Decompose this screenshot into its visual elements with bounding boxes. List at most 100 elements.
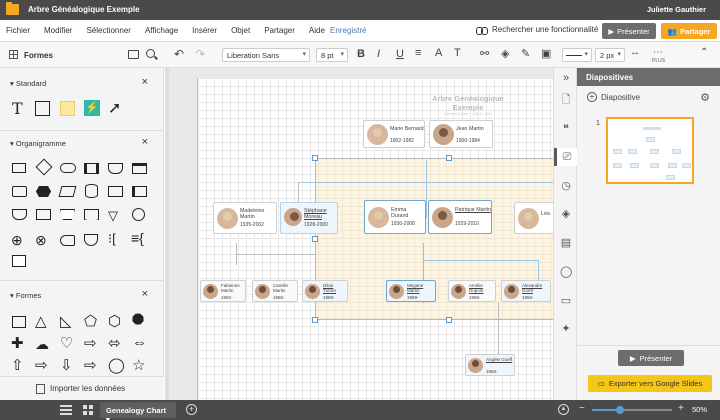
link-icon[interactable]: ⚯: [480, 47, 489, 60]
menu-fichier[interactable]: Fichier: [6, 26, 30, 35]
org-trapezoid-icon[interactable]: [60, 209, 75, 220]
person-card-angele[interactable]: Angèle Goeff 1988-: [465, 354, 515, 376]
slide-thumbnail[interactable]: [606, 117, 694, 184]
circle-shape-icon[interactable]: ◯: [108, 356, 125, 374]
grid-view-icon[interactable]: [83, 405, 93, 415]
person-card-megane[interactable]: Megane Martin 1959-: [386, 280, 436, 302]
person-card-emma[interactable]: Emma Durand 1930-2008: [364, 200, 426, 234]
chevron-shape-icon[interactable]: ⇨: [35, 356, 48, 374]
font-family-select[interactable]: Liberation Sans ▾: [222, 48, 310, 62]
person-card-madeleine[interactable]: Madeleine Martin 1935-2002: [213, 202, 277, 234]
connector-line[interactable]: [423, 260, 538, 261]
zoom-slider[interactable]: [592, 406, 672, 414]
import-data-button[interactable]: Importer les données: [0, 376, 164, 400]
connector-line[interactable]: [538, 260, 539, 282]
cross-icon[interactable]: ✚: [11, 334, 24, 352]
org-offpage-icon[interactable]: [84, 234, 98, 246]
page-icon[interactable]: 🗋: [560, 94, 572, 106]
section-shapes[interactable]: ▾ Formes ×: [0, 288, 164, 304]
hexagon-icon[interactable]: ⬡: [108, 312, 121, 330]
magic-icon[interactable]: ✦: [560, 323, 572, 335]
italic-icon[interactable]: I: [377, 48, 380, 60]
connector-line[interactable]: [298, 182, 553, 183]
menu-modifier[interactable]: Modifier: [44, 26, 72, 35]
gear-icon[interactable]: ⚙: [700, 91, 710, 104]
org-brace-icon[interactable]: ≡{: [131, 230, 144, 246]
person-card-amelie[interactable]: Amélie Dupont 1959-: [448, 280, 496, 302]
org-side-box-icon[interactable]: [132, 186, 147, 197]
zoom-in-icon[interactable]: +: [678, 403, 684, 414]
arrow-down-icon[interactable]: ⇩: [60, 356, 73, 374]
org-hexagon-icon[interactable]: [36, 186, 51, 197]
fill-color-icon[interactable]: ◈: [501, 47, 509, 60]
resize-handle[interactable]: [446, 155, 452, 161]
person-card-stephane[interactable]: Stéphane Moreau 1928-2000: [280, 202, 338, 234]
canvas[interactable]: Arbre Généalogique Exemple Juliette Gaut…: [165, 68, 553, 400]
style-icon[interactable]: ▣: [541, 47, 551, 60]
person-card-alexandre[interactable]: Alexandre Goeff 1959-: [501, 280, 551, 302]
org-parallelogram-icon[interactable]: [58, 186, 77, 197]
org-folder-icon[interactable]: [36, 209, 51, 220]
notched-arrow-icon[interactable]: ⇨: [84, 356, 97, 374]
org-blank-icon[interactable]: [12, 255, 26, 267]
user-name[interactable]: Juliette Gauthier: [647, 5, 706, 14]
feature-search[interactable]: Rechercher une fonctionnalité: [476, 25, 598, 35]
arrow-shape-icon[interactable]: ➚: [108, 98, 121, 118]
star-icon[interactable]: ☆: [132, 356, 145, 374]
canvas-page[interactable]: Arbre Généalogique Exemple Juliette Gaut…: [197, 78, 553, 400]
person-card-fabienne[interactable]: Fabienne Martin 1952-: [200, 280, 246, 302]
pentagon-icon[interactable]: ⬠: [84, 312, 97, 330]
align-left-icon[interactable]: ≡: [415, 47, 421, 59]
triangle-icon[interactable]: △: [35, 312, 47, 330]
org-document-icon[interactable]: [108, 163, 123, 174]
undo-icon[interactable]: ↶: [174, 47, 184, 61]
history-icon[interactable]: ◷: [560, 180, 572, 192]
arrow-up-icon[interactable]: ⇧: [11, 356, 24, 374]
resize-handle[interactable]: [312, 317, 318, 323]
octagon-icon[interactable]: ⯃: [132, 312, 144, 329]
section-orgchart[interactable]: ▾ Organigramme ×: [0, 136, 164, 152]
org-cancel-icon[interactable]: ⊗: [35, 232, 47, 249]
line-style-select[interactable]: ▾: [562, 48, 592, 62]
connector-line[interactable]: [236, 254, 316, 255]
quote-icon[interactable]: ❝: [560, 123, 572, 135]
more-icon[interactable]: ⋯: [653, 47, 663, 58]
menu-aide[interactable]: Aide: [309, 26, 325, 35]
org-triangle-down-icon[interactable]: ▽: [108, 208, 118, 224]
right-triangle-icon[interactable]: ◺: [60, 312, 72, 330]
resize-handle[interactable]: [446, 317, 452, 323]
text-color-icon[interactable]: A: [435, 47, 442, 59]
org-circle-icon[interactable]: [132, 208, 145, 221]
org-diamond-icon[interactable]: [35, 158, 53, 176]
person-card-dilan[interactable]: Dilan Turner 1959-: [302, 280, 348, 302]
layers-icon[interactable]: ◈: [560, 208, 572, 220]
chevron-down-icon[interactable]: ▾: [106, 415, 110, 420]
zoom-out-icon[interactable]: −: [579, 403, 585, 414]
redo-icon[interactable]: ↷: [195, 47, 205, 61]
org-card-icon[interactable]: [132, 163, 147, 174]
share-button[interactable]: 👥 Partager: [661, 23, 717, 39]
search-icon[interactable]: [146, 49, 155, 58]
line-color-icon[interactable]: ✎: [521, 47, 530, 60]
present-button[interactable]: ▶ Présenter: [602, 23, 656, 39]
section-standard[interactable]: ▾ Standard ×: [0, 76, 164, 92]
document-title[interactable]: Arbre Généalogique Exemple: [28, 5, 140, 14]
person-card-camille[interactable]: Camille Martin 1955-: [252, 280, 298, 302]
org-rect-icon[interactable]: [12, 163, 26, 173]
cloud-icon[interactable]: ☁: [35, 336, 49, 353]
lightning-icon[interactable]: ⚡: [84, 100, 100, 116]
bold-icon[interactable]: B: [357, 48, 365, 60]
org-annotation-icon[interactable]: ⁝[: [108, 231, 116, 247]
close-icon[interactable]: ×: [142, 136, 148, 148]
rectangle-shape-icon[interactable]: [35, 101, 50, 116]
org-wave-icon[interactable]: [12, 209, 27, 220]
arrow-left-right-icon[interactable]: ⬄: [108, 334, 121, 352]
person-card-jean[interactable]: Jean Martin 1900-1984: [429, 120, 493, 148]
chart-subtitle[interactable]: Juliette Gauthier · July 11, 2019: [433, 112, 503, 116]
text-options-icon[interactable]: T: [454, 47, 461, 59]
chat-icon[interactable]: ▭: [560, 295, 572, 307]
line-width-select[interactable]: 2 px ▾: [595, 48, 625, 62]
menu-partager[interactable]: Partager: [264, 26, 295, 35]
zoom-knob[interactable]: [616, 406, 624, 414]
org-banner-icon[interactable]: [84, 209, 99, 220]
